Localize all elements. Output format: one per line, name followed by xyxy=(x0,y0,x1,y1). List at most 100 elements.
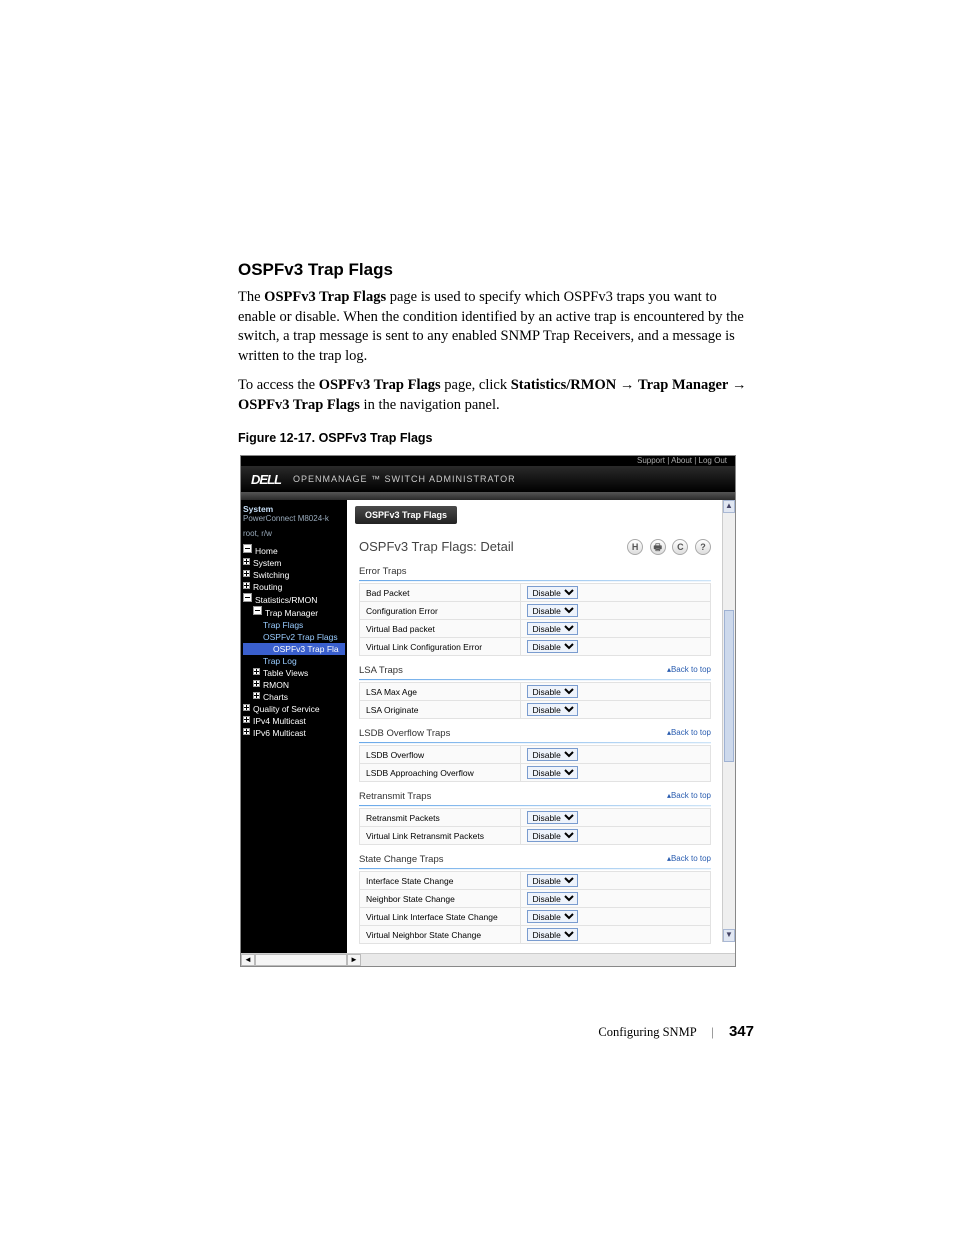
vertical-scrollbar[interactable]: ▲ ▼ xyxy=(722,500,735,942)
enable-disable-select[interactable]: Disable xyxy=(527,622,578,635)
setting-label: Retransmit Packets xyxy=(360,809,521,827)
enable-disable-select[interactable]: Disable xyxy=(527,910,578,923)
sub-bar xyxy=(241,492,735,500)
group-header: Error Traps xyxy=(347,563,723,579)
scroll-left-arrow[interactable]: ◄ xyxy=(241,954,255,966)
nav-item[interactable]: Charts xyxy=(243,691,345,703)
settings-table: LSA Max AgeDisableLSA OriginateDisable xyxy=(359,682,711,719)
nav-item[interactable]: OSPFv2 Trap Flags xyxy=(243,631,345,643)
setting-label: Virtual Link Interface State Change xyxy=(360,908,521,926)
setting-value-cell: Disable xyxy=(521,602,711,620)
nav-item[interactable]: RMON xyxy=(243,679,345,691)
settings-table: Retransmit PacketsDisableVirtual Link Re… xyxy=(359,808,711,845)
enable-disable-select[interactable]: Disable xyxy=(527,766,578,779)
content-tab[interactable]: OSPFv3 Trap Flags xyxy=(355,506,457,524)
help-icon[interactable]: ? xyxy=(695,539,711,555)
save-icon[interactable]: H xyxy=(627,539,643,555)
scroll-down-arrow[interactable]: ▼ xyxy=(723,929,735,942)
nav-item[interactable]: Routing xyxy=(243,581,345,593)
back-to-top-link[interactable]: Back to top xyxy=(667,665,711,676)
group-title: LSDB Overflow Traps xyxy=(359,728,450,739)
footer-section: Configuring SNMP xyxy=(598,1025,696,1039)
divider xyxy=(359,679,711,680)
settings-table: Bad PacketDisableConfiguration ErrorDisa… xyxy=(359,583,711,656)
brand-bar: DELL OPENMANAGE ™ SWITCH ADMINISTRATOR xyxy=(241,466,735,492)
enable-disable-select[interactable]: Disable xyxy=(527,829,578,842)
setting-value-cell: Disable xyxy=(521,584,711,602)
nav-user: root, r/w xyxy=(243,529,345,538)
setting-value-cell: Disable xyxy=(521,620,711,638)
setting-label: Bad Packet xyxy=(360,584,521,602)
text: To access the xyxy=(238,377,319,393)
nav-item[interactable]: Quality of Service xyxy=(243,703,345,715)
setting-value-cell: Disable xyxy=(521,827,711,845)
toolbar-icons: H 🖶 C ? xyxy=(624,538,711,555)
scroll-up-arrow[interactable]: ▲ xyxy=(723,500,735,513)
detail-title-row: OSPFv3 Trap Flags: Detail H 🖶 C ? xyxy=(359,538,711,555)
enable-disable-select[interactable]: Disable xyxy=(527,685,578,698)
scroll-track[interactable] xyxy=(255,954,347,966)
enable-disable-select[interactable]: Disable xyxy=(527,586,578,599)
nav-item[interactable]: Statistics/RMON xyxy=(243,593,345,606)
nav-item[interactable]: Trap Log xyxy=(243,655,345,667)
table-row: LSA OriginateDisable xyxy=(360,701,711,719)
enable-disable-select[interactable]: Disable xyxy=(527,604,578,617)
top-links[interactable]: Support | About | Log Out xyxy=(241,456,735,466)
paragraph-1: The OSPFv3 Trap Flags page is used to sp… xyxy=(238,288,754,366)
embedded-screenshot: Support | About | Log Out DELL OPENMANAG… xyxy=(240,455,736,967)
nav-item[interactable]: Trap Manager xyxy=(243,606,345,619)
nav-item[interactable]: System xyxy=(243,557,345,569)
table-row: Virtual Link Retransmit Packets Disable xyxy=(360,827,711,845)
enable-disable-select[interactable]: Disable xyxy=(527,928,578,941)
setting-label: Virtual Link Retransmit Packets xyxy=(360,827,521,845)
nav-device: PowerConnect M8024-k xyxy=(243,514,345,523)
nav-item[interactable]: IPv6 Multicast xyxy=(243,727,345,739)
section-heading: OSPFv3 Trap Flags xyxy=(238,260,754,280)
table-row: Configuration ErrorDisable xyxy=(360,602,711,620)
table-row: Interface State Change Disable xyxy=(360,872,711,890)
nav-item[interactable]: Table Views xyxy=(243,667,345,679)
group-title: LSA Traps xyxy=(359,665,403,676)
table-row: Neighbor State ChangeDisable xyxy=(360,890,711,908)
nav-item[interactable]: OSPFv3 Trap Fla xyxy=(243,643,345,655)
back-to-top-link[interactable]: Back to top xyxy=(667,791,711,802)
setting-value-cell: Disable xyxy=(521,908,711,926)
back-to-top-link[interactable]: Back to top xyxy=(667,728,711,739)
scroll-right-arrow[interactable]: ► xyxy=(347,954,361,966)
horizontal-scrollbar[interactable]: ◄ ► xyxy=(241,953,735,966)
back-to-top-link[interactable]: Back to top xyxy=(667,854,711,865)
nav-item[interactable]: IPv4 Multicast xyxy=(243,715,345,727)
setting-label: LSDB Approaching Overflow xyxy=(360,764,521,782)
nav-item[interactable]: Trap Flags xyxy=(243,619,345,631)
setting-value-cell: Disable xyxy=(521,809,711,827)
nav-tree[interactable]: System PowerConnect M8024-k root, r/w Ho… xyxy=(241,500,347,954)
table-row: LSA Max Age Disable xyxy=(360,683,711,701)
enable-disable-select[interactable]: Disable xyxy=(527,640,578,653)
scroll-thumb[interactable] xyxy=(724,610,734,762)
enable-disable-select[interactable]: Disable xyxy=(527,874,578,887)
print-icon[interactable]: 🖶 xyxy=(650,539,666,555)
enable-disable-select[interactable]: Disable xyxy=(527,811,578,824)
setting-value-cell: Disable xyxy=(521,683,711,701)
setting-label: Interface State Change xyxy=(360,872,521,890)
enable-disable-select[interactable]: Disable xyxy=(527,892,578,905)
bold-term: OSPFv3 Trap Flags xyxy=(264,289,386,305)
nav-item[interactable]: Switching xyxy=(243,569,345,581)
table-row: Virtual Bad packetDisable xyxy=(360,620,711,638)
manual-page: OSPFv3 Trap Flags The OSPFv3 Trap Flags … xyxy=(0,0,954,1235)
group-title: Error Traps xyxy=(359,566,407,577)
group-header: Retransmit TrapsBack to top xyxy=(347,788,723,804)
nav-item[interactable]: Home xyxy=(243,544,345,557)
detail-title: OSPFv3 Trap Flags: Detail xyxy=(359,539,514,554)
setting-value-cell: Disable xyxy=(521,890,711,908)
setting-label: LSA Max Age xyxy=(360,683,521,701)
enable-disable-select[interactable]: Disable xyxy=(527,748,578,761)
page-number: 347 xyxy=(729,1023,754,1040)
settings-table: LSDB Overflow Disable LSDB Approaching Ove… xyxy=(359,745,711,782)
refresh-icon[interactable]: C xyxy=(672,539,688,555)
table-row: Virtual Link Interface State Change Disab… xyxy=(360,908,711,926)
setting-label: LSDB Overflow xyxy=(360,746,521,764)
bold-term: OSPFv3 Trap Flags xyxy=(319,377,441,393)
enable-disable-select[interactable]: Disable xyxy=(527,703,578,716)
group-header: LSDB Overflow Traps Back to top xyxy=(347,725,723,741)
